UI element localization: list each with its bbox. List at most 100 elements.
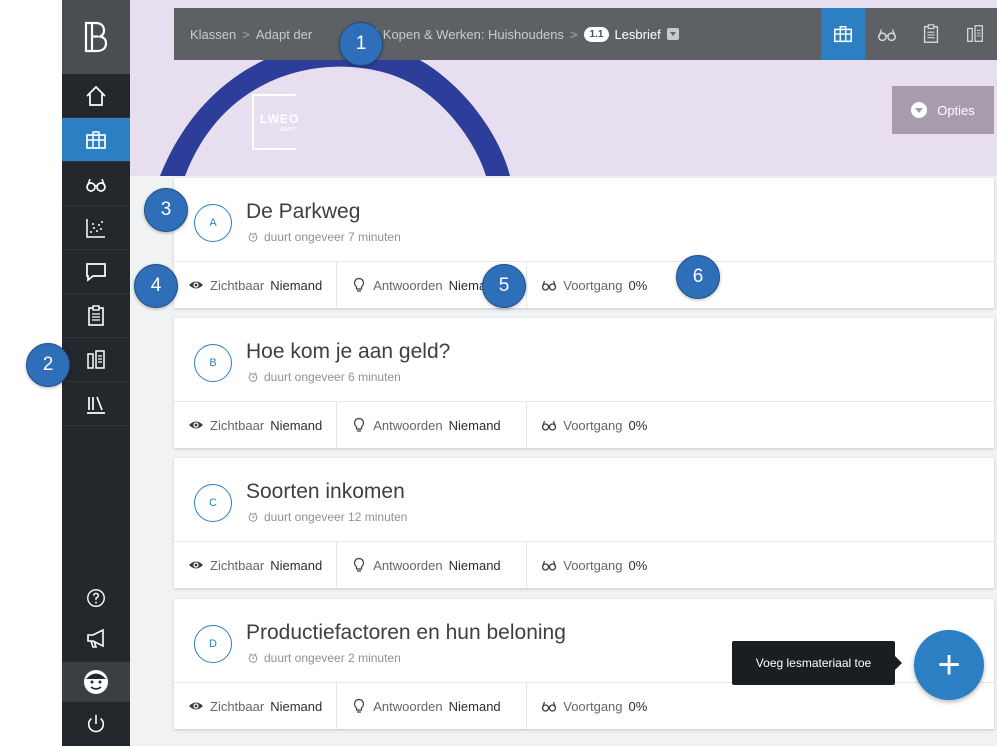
avatar-icon <box>84 670 108 694</box>
lesson-card-footer: Zichtbaar Niemand Antwoorden Niemand Voo… <box>174 683 994 729</box>
opties-button[interactable]: Opties <box>892 86 994 134</box>
visibility-setting[interactable]: Zichtbaar Niemand <box>174 262 338 308</box>
breadcrumb: Klassen > Adapt der 1 Kopen & Werken: Hu… <box>174 26 821 42</box>
lesson-letter-badge: B <box>194 344 232 382</box>
sidebar-item-library[interactable] <box>62 382 130 426</box>
progress-setting[interactable]: Voortgang 0% <box>527 262 661 308</box>
callout-marker: 4 <box>134 264 178 308</box>
answers-value: Niemand <box>448 557 501 573</box>
glasses-icon <box>86 178 106 192</box>
speech-bubble-icon <box>86 262 106 282</box>
visibility-value: Niemand <box>270 698 323 714</box>
progress-setting[interactable]: Voortgang 0% <box>527 542 661 588</box>
lesson-card-header[interactable]: A De Parkweg duurt ongeveer 7 minuten <box>174 178 994 262</box>
breadcrumb-item-class[interactable]: Adapt der <box>256 27 312 42</box>
sidebar-item-home[interactable] <box>62 74 130 118</box>
library-icon <box>87 396 105 414</box>
sidebar-item-results[interactable] <box>62 206 130 250</box>
progress-setting[interactable]: Voortgang 0% <box>527 402 661 448</box>
visibility-setting[interactable]: Zichtbaar Niemand <box>174 402 338 448</box>
breadcrumb-item-klassen[interactable]: Klassen <box>190 27 236 42</box>
scatter-chart-icon <box>86 218 105 238</box>
lesson-card[interactable]: C Soorten inkomen duurt ongeveer 12 minu… <box>174 458 994 588</box>
sidebar-announcements[interactable] <box>62 618 130 658</box>
progress-setting[interactable]: Voortgang 0% <box>527 683 661 729</box>
lweo-logo-text: LWEO <box>260 112 300 126</box>
power-icon <box>87 714 105 733</box>
brand-b-logo-icon[interactable] <box>62 0 130 74</box>
sidebar-item-planning[interactable] <box>62 338 130 382</box>
visibility-value: Niemand <box>270 277 323 293</box>
visibility-value: Niemand <box>270 557 323 573</box>
breadcrumb-badge: 1.1 <box>583 26 610 42</box>
answers-setting[interactable]: Antwoorden Niemand <box>337 683 528 729</box>
visibility-setting[interactable]: Zichtbaar Niemand <box>174 542 338 588</box>
sidebar-item-view[interactable] <box>62 162 130 206</box>
chevron-down-icon[interactable] <box>666 28 679 40</box>
lesson-card[interactable]: B Hoe kom je aan geld? duurt ongeveer 6 … <box>174 318 994 448</box>
sidebar-item-lessons[interactable] <box>62 118 130 162</box>
toolbar-tasks-button[interactable] <box>909 8 953 60</box>
columns-icon <box>967 25 983 42</box>
callout-marker: 3 <box>144 188 188 232</box>
columns-icon <box>87 349 105 369</box>
lesson-title[interactable]: Productiefactoren en hun beloning <box>246 621 566 645</box>
lweo-logo: LWEO ADAPT <box>252 94 300 150</box>
sidebar <box>62 0 130 746</box>
clock-icon <box>248 372 258 382</box>
lightbulb-icon <box>354 277 365 292</box>
visibility-label: Zichtbaar <box>210 417 265 433</box>
clipboard-icon <box>88 304 104 326</box>
sidebar-profile[interactable] <box>62 662 130 702</box>
answers-label: Antwoorden <box>373 277 443 293</box>
toolbar-planning-button[interactable] <box>953 8 997 60</box>
glasses-icon <box>542 560 557 571</box>
lesson-card-header[interactable]: B Hoe kom je aan geld? duurt ongeveer 6 … <box>174 318 994 402</box>
visibility-setting[interactable]: Zichtbaar Niemand <box>174 683 338 729</box>
sidebar-item-messages[interactable] <box>62 250 130 294</box>
main-content: LWEO ADAPT Klassen > Adapt der 1 Kopen &… <box>130 0 997 746</box>
lesson-title[interactable]: Soorten inkomen <box>246 480 405 504</box>
breadcrumb-item-chapter[interactable]: Kopen & Werken: Huishoudens <box>383 27 564 42</box>
opties-label: Opties <box>937 102 975 118</box>
sidebar-logout[interactable] <box>62 704 130 744</box>
toolbar-lessons-button[interactable] <box>821 8 865 60</box>
add-material-tooltip: Voeg lesmateriaal toe <box>732 641 902 685</box>
answers-setting[interactable]: Antwoorden Niemand <box>337 402 528 448</box>
lesson-card-header[interactable]: C Soorten inkomen duurt ongeveer 12 minu… <box>174 458 994 542</box>
lesson-duration: duurt ongeveer 6 minuten <box>248 370 401 384</box>
lesson-card-footer: Zichtbaar Niemand Antwoorden Niemand Voo… <box>174 402 994 448</box>
lesson-letter-badge: C <box>194 484 232 522</box>
progress-value: 0% <box>628 557 648 573</box>
lesson-card[interactable]: A De Parkweg duurt ongeveer 7 minuten Zi… <box>174 178 994 308</box>
home-icon <box>86 85 106 106</box>
sidebar-item-tasks[interactable] <box>62 294 130 338</box>
add-material-button[interactable]: + <box>914 630 984 700</box>
lesson-duration-text: duurt ongeveer 7 minuten <box>264 230 401 244</box>
glasses-icon <box>542 701 557 712</box>
lesson-title[interactable]: Hoe kom je aan geld? <box>246 340 450 364</box>
breadcrumb-item-current[interactable]: Lesbrief <box>614 27 660 42</box>
lightbulb-icon <box>354 698 365 713</box>
sidebar-help[interactable] <box>62 578 130 618</box>
lesson-duration-text: duurt ongeveer 12 minuten <box>264 510 408 524</box>
clipboard-icon <box>923 24 939 43</box>
clock-icon <box>248 653 258 663</box>
lweo-logo-sub: ADAPT <box>280 127 297 133</box>
eye-icon <box>189 702 203 710</box>
answers-setting[interactable]: Antwoorden Niemand <box>337 542 528 588</box>
breadcrumb-separator: > <box>242 26 250 42</box>
visibility-label: Zichtbaar <box>210 277 265 293</box>
clock-icon <box>248 232 258 242</box>
glasses-icon <box>878 29 896 42</box>
answers-label: Antwoorden <box>373 698 443 714</box>
toolbar-view-button[interactable] <box>865 8 909 60</box>
lesson-title[interactable]: De Parkweg <box>246 200 360 224</box>
callout-marker: 2 <box>26 343 70 387</box>
lesson-card-footer: Zichtbaar Niemand Antwoorden Niemand Voo… <box>174 542 994 588</box>
lightbulb-icon <box>354 557 365 572</box>
briefcase-icon <box>86 130 106 149</box>
eye-icon <box>189 561 203 569</box>
megaphone-icon <box>87 628 104 648</box>
lesson-letter-badge: A <box>194 204 232 242</box>
